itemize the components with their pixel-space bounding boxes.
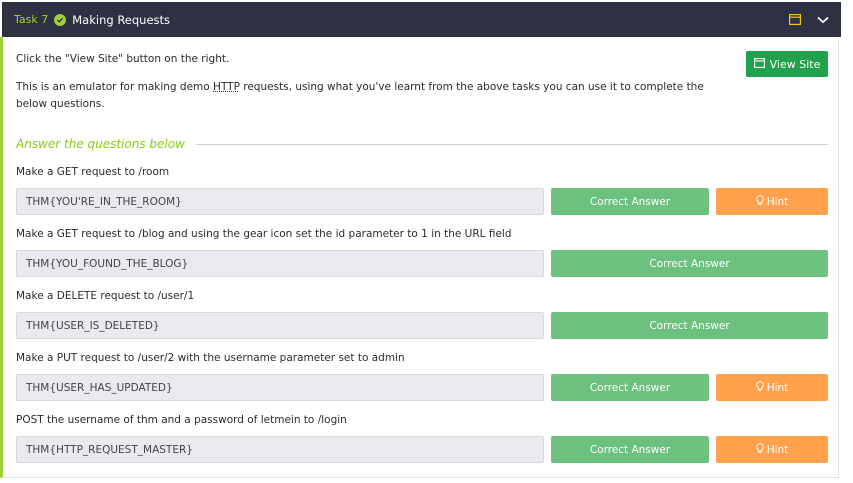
- answer-field[interactable]: THM{HTTP_REQUEST_MASTER}: [16, 436, 544, 463]
- task-title: Making Requests: [72, 12, 171, 27]
- hint-label: Hint: [766, 195, 789, 208]
- window-icon: [753, 57, 765, 71]
- lightbulb-icon: [755, 442, 764, 457]
- section-divider: [196, 144, 828, 145]
- view-site-label: View Site: [769, 57, 821, 71]
- hint-button[interactable]: Hint: [716, 374, 828, 401]
- question-label: Make a DELETE request to /user/1: [16, 290, 195, 302]
- correct-answer-button[interactable]: Correct Answer: [551, 250, 828, 277]
- view-site-button[interactable]: View Site: [746, 51, 828, 77]
- hint-label: Hint: [766, 381, 789, 394]
- lightbulb-icon: [755, 194, 764, 209]
- answer-field[interactable]: THM{YOU'RE_IN_THE_ROOM}: [16, 188, 544, 215]
- question-label: Make a PUT request to /user/2 with the u…: [16, 352, 405, 364]
- hint-button[interactable]: Hint: [716, 436, 828, 463]
- hint-label: Hint: [766, 443, 789, 456]
- task-number: Task 7: [14, 13, 49, 26]
- calendar-icon[interactable]: [789, 14, 801, 25]
- task-header[interactable]: Task 7 Making Requests: [2, 2, 841, 37]
- question-label: POST the username of thm and a password …: [16, 414, 347, 426]
- hint-button[interactable]: Hint: [716, 188, 828, 215]
- correct-answer-button[interactable]: Correct Answer: [551, 312, 828, 339]
- correct-answer-button[interactable]: Correct Answer: [551, 374, 709, 401]
- check-circle-icon: [54, 13, 67, 26]
- answer-field[interactable]: THM{USER_HAS_UPDATED}: [16, 374, 544, 401]
- answer-section-title: Answer the questions below: [16, 137, 185, 151]
- question-label: Make a GET request to /blog and using th…: [16, 228, 512, 240]
- intro-description: This is an emulator for making demo HTTP…: [16, 81, 704, 110]
- correct-answer-button[interactable]: Correct Answer: [551, 188, 709, 215]
- correct-answer-button[interactable]: Correct Answer: [551, 436, 709, 463]
- lightbulb-icon: [755, 380, 764, 395]
- question-label: Make a GET request to /room: [16, 166, 170, 178]
- intro-instruction: Click the "View Site" button on the righ…: [16, 53, 230, 65]
- answer-field[interactable]: THM{YOU_FOUND_THE_BLOG}: [16, 250, 544, 277]
- answer-field[interactable]: THM{USER_IS_DELETED}: [16, 312, 544, 339]
- chevron-down-icon[interactable]: [817, 16, 829, 24]
- http-abbreviation: HTTP: [213, 81, 240, 93]
